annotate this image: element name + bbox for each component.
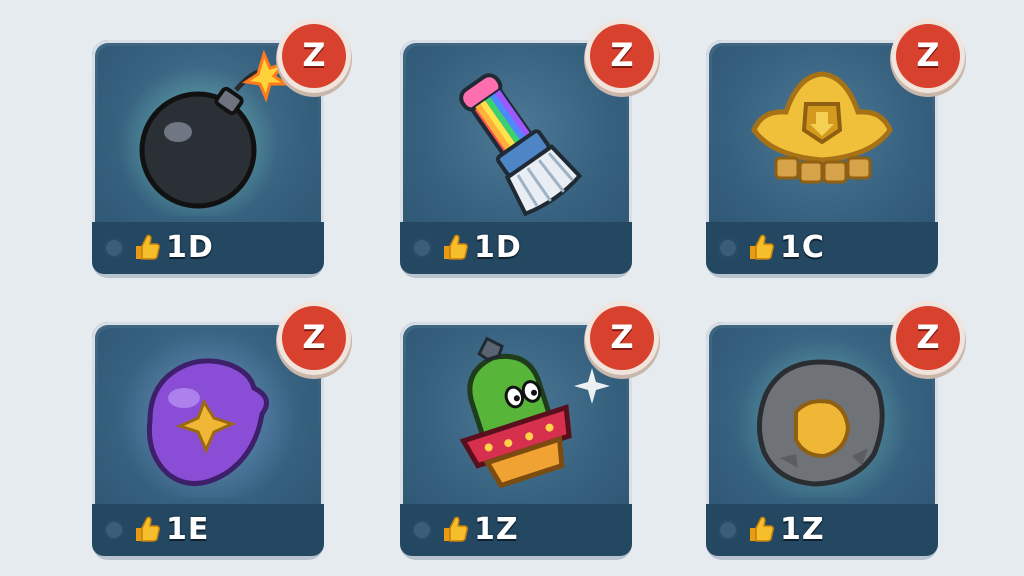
card-footer: 1Z [706, 504, 938, 556]
item-card-stone-shield[interactable]: 1Z Z [706, 306, 960, 556]
item-cost: 1C [780, 230, 825, 265]
badge-label: Z [610, 318, 634, 356]
badge-label: Z [302, 36, 326, 74]
badge-label: Z [916, 36, 940, 74]
item-card-golden-crown[interactable]: 1C Z [706, 24, 960, 274]
z-badge-icon[interactable]: Z [896, 24, 960, 88]
item-cost: 1D [166, 230, 214, 265]
status-dot-icon [104, 238, 124, 258]
badge-label: Z [610, 36, 634, 74]
status-dot-icon [718, 238, 738, 258]
item-grid: 1D Z 1D Z 1C Z 1E Z 1Z Z 1Z Z [0, 0, 1024, 576]
z-badge-icon[interactable]: Z [896, 306, 960, 370]
item-card-rainbow-brush[interactable]: 1D Z [400, 24, 654, 274]
item-card-purple-gem[interactable]: 1E Z [92, 306, 346, 556]
item-cost: 1Z [474, 512, 519, 547]
item-cost: 1D [474, 230, 522, 265]
item-cost: 1E [166, 512, 210, 547]
badge-label: Z [916, 318, 940, 356]
card-footer: 1C [706, 222, 938, 274]
z-badge-icon[interactable]: Z [590, 24, 654, 88]
thumbs-up-icon [136, 234, 160, 260]
status-dot-icon [412, 238, 432, 258]
status-dot-icon [104, 520, 124, 540]
card-footer: 1D [92, 222, 324, 274]
card-footer: 1D [400, 222, 632, 274]
item-card-bomb[interactable]: 1D Z [92, 24, 346, 274]
item-cost: 1Z [780, 512, 825, 547]
z-badge-icon[interactable]: Z [282, 24, 346, 88]
card-footer: 1E [92, 504, 324, 556]
thumbs-up-icon [750, 516, 774, 542]
status-dot-icon [718, 520, 738, 540]
thumbs-up-icon [750, 234, 774, 260]
status-dot-icon [412, 520, 432, 540]
card-footer: 1Z [400, 504, 632, 556]
thumbs-up-icon [444, 516, 468, 542]
badge-label: Z [302, 318, 326, 356]
z-badge-icon[interactable]: Z [590, 306, 654, 370]
thumbs-up-icon [444, 234, 468, 260]
z-badge-icon[interactable]: Z [282, 306, 346, 370]
item-card-cactus-pot[interactable]: 1Z Z [400, 306, 654, 556]
thumbs-up-icon [136, 516, 160, 542]
